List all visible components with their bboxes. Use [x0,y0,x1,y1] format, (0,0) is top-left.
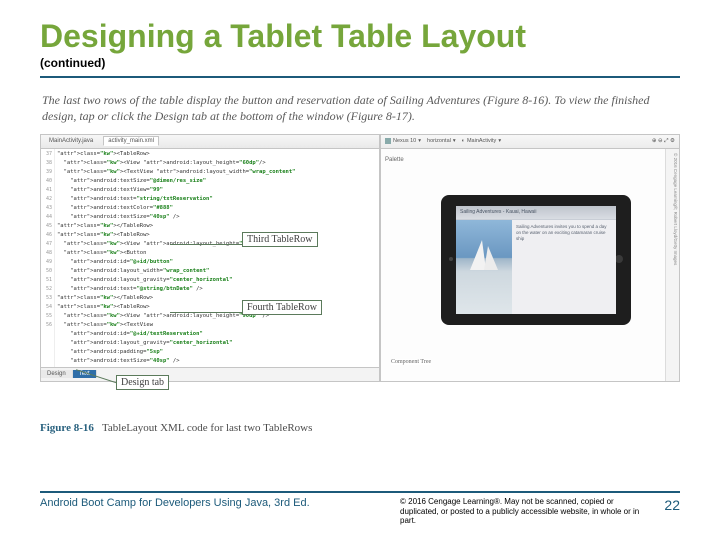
editor-tab-main[interactable]: MainActivity.java [45,137,97,145]
preview-toolbar: Nexus 10 ▾ horizontal ▾ ◐ MainActivity ▾… [381,135,679,149]
camera-icon [449,257,453,261]
layout-preview-panel: Nexus 10 ▾ horizontal ▾ ◐ MainActivity ▾… [380,134,680,382]
tablet-screen: Sailing Adventures - Kauai, Hawaii Saili… [456,206,616,314]
app-header: Sailing Adventures - Kauai, Hawaii [456,206,616,220]
intro-text: The last two rows of the table display t… [42,92,678,124]
editor-bottom-tabs: Design Text [41,367,379,381]
palette-label[interactable]: Palette [385,157,404,163]
image-credit: © 2016 Cengage Learning®; Robert Lloyd/G… [673,153,678,265]
editor-tab-layout[interactable]: activity_main.xml [103,136,159,146]
xml-editor-panel: MainActivity.java activity_main.xml 37 3… [40,134,380,382]
orientation-selector[interactable]: horizontal ▾ [427,138,456,144]
right-sidebar: © 2016 Cengage Learning®; Robert Lloyd/G… [665,149,679,381]
slide-title: Designing a Tablet Table Layout [40,20,680,54]
page-number: 22 [640,497,680,513]
design-tab[interactable]: Design [41,370,73,378]
callout-fourth-row: Fourth TableRow [242,300,322,315]
callout-design-tab: Design tab [116,375,169,390]
divider [40,76,680,78]
figure-text: TableLayout XML code for last two TableR… [102,422,312,434]
figure-caption: Figure 8-16 TableLayout XML code for las… [40,422,680,434]
text-tab[interactable]: Text [73,370,97,378]
code-area[interactable]: "attr">class="kw"><TableRow> "attr">clas… [55,149,379,367]
sailboat-image [456,220,512,314]
zoom-controls[interactable]: ⊕ ⊖ ⤢ ⚙ [652,138,675,145]
device-selector[interactable]: Nexus 10 ▾ [385,138,421,144]
callout-third-row: Third TableRow [242,232,318,247]
book-title: Android Boot Camp for Developers Using J… [40,497,400,509]
app-description: Sailing Adventures invites you to spend … [512,220,616,314]
copyright-text: © 2016 Cengage Learning®. May not be sca… [400,497,640,526]
figure-8-16: MainActivity.java activity_main.xml 37 3… [40,134,680,414]
editor-tabs: MainActivity.java activity_main.xml [41,135,379,149]
tablet-frame: Sailing Adventures - Kauai, Hawaii Saili… [441,195,631,325]
component-tree-label[interactable]: Component Tree [391,359,431,365]
footer: Android Boot Camp for Developers Using J… [40,491,680,526]
home-button-icon [615,255,623,263]
figure-number: Figure 8-16 [40,422,94,434]
line-gutter: 37 38 39 40 41 42 43 44 45 46 47 48 49 5… [41,149,55,367]
continued-label: (continued) [40,56,680,70]
theme-selector[interactable]: ◐ MainActivity ▾ [462,138,501,144]
